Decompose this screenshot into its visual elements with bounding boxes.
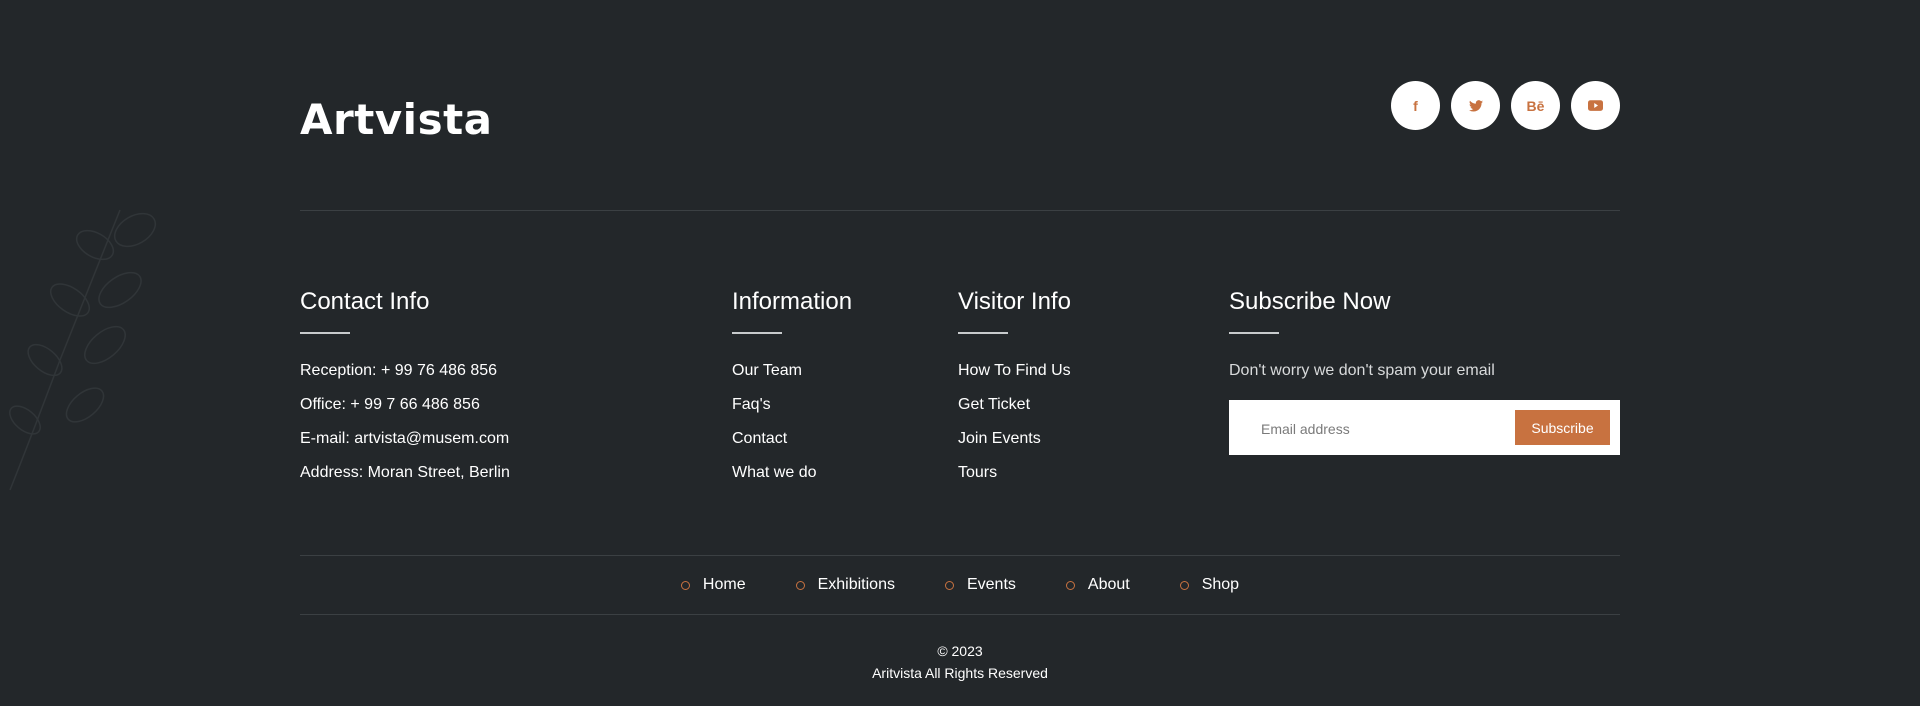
youtube-icon — [1588, 100, 1603, 111]
contact-reception: Reception: + 99 76 486 856 — [300, 362, 498, 379]
twitter-icon — [1468, 99, 1483, 112]
nav-label: Home — [702, 576, 746, 593]
visitor-title: Visitor Info — [958, 288, 1071, 315]
circle-bullet-icon — [1179, 580, 1189, 590]
link-tours[interactable]: Tours — [958, 456, 1071, 490]
nav-exhibitions[interactable]: Exhibitions — [795, 568, 895, 602]
link-what-we-do[interactable]: What we do — [732, 456, 852, 490]
leaf-decoration — [9, 209, 157, 491]
behance-icon: Bē — [1526, 97, 1545, 114]
visitor-column: Visitor Info How To Find Us Get Ticket J… — [958, 288, 1071, 490]
subscribe-column: Subscribe Now Don't worry we don't spam … — [1229, 288, 1620, 457]
link-our-team[interactable]: Our Team — [732, 354, 852, 388]
brand-name: Artvista — [300, 95, 493, 144]
information-title: Information — [732, 288, 853, 315]
nav-events[interactable]: Events — [944, 568, 1016, 602]
title-underline — [958, 332, 1008, 334]
subscribe-title: Subscribe Now — [1229, 288, 1391, 315]
circle-bullet-icon — [944, 580, 954, 590]
link-how-to-find-us[interactable]: How To Find Us — [958, 354, 1071, 388]
title-underline — [1229, 332, 1279, 334]
link-contact[interactable]: Contact — [732, 422, 852, 456]
title-underline — [732, 332, 782, 334]
link-join-events[interactable]: Join Events — [958, 422, 1071, 456]
information-column: Information Our Team Faq's Contact What … — [732, 288, 852, 490]
footer: Artvista f Bē Contact Info Reception: + … — [300, 0, 1620, 706]
nav-label: About — [1087, 576, 1130, 593]
twitter-button[interactable] — [1451, 81, 1500, 130]
link-faqs[interactable]: Faq's — [732, 388, 852, 422]
nav-top-divider — [300, 555, 1620, 556]
contact-address: Address: Moran Street, Berlin — [300, 464, 510, 481]
contact-column: Contact Info Reception: + 99 76 486 856 … — [300, 288, 510, 490]
subscribe-note: Don't worry we don't spam your email — [1229, 362, 1495, 379]
social-links: f Bē — [1391, 81, 1620, 130]
facebook-icon: f — [1413, 97, 1418, 114]
nav-shop[interactable]: Shop — [1179, 568, 1240, 602]
nav-label: Shop — [1201, 576, 1240, 593]
circle-bullet-icon — [680, 580, 690, 590]
copyright-year: © 2023 — [937, 643, 983, 659]
circle-bullet-icon — [795, 580, 805, 590]
circle-bullet-icon — [1065, 580, 1075, 590]
contact-title: Contact Info — [300, 288, 430, 315]
link-get-ticket[interactable]: Get Ticket — [958, 388, 1071, 422]
subscribe-form: Subscribe — [1229, 400, 1620, 457]
nav-bottom-divider — [300, 614, 1620, 615]
bottom-nav: Home Exhibitions Events About Shop — [300, 568, 1620, 602]
youtube-button[interactable] — [1571, 81, 1620, 130]
top-divider — [300, 210, 1620, 211]
copyright: © 2023 Aritvista All Rights Reserved — [300, 640, 1620, 684]
facebook-button[interactable]: f — [1391, 81, 1440, 130]
nav-home[interactable]: Home — [680, 568, 746, 602]
subscribe-button[interactable]: Subscribe — [1515, 410, 1610, 445]
copyright-text: Aritvista All Rights Reserved — [872, 665, 1048, 681]
behance-button[interactable]: Bē — [1511, 81, 1560, 130]
nav-label: Exhibitions — [817, 576, 895, 593]
title-underline — [300, 332, 350, 334]
brand-logo[interactable]: Artvista — [300, 95, 493, 144]
nav-about[interactable]: About — [1065, 568, 1130, 602]
contact-office: Office: + 99 7 66 486 856 — [300, 396, 480, 413]
nav-label: Events — [966, 576, 1016, 593]
email-input[interactable] — [1259, 400, 1513, 457]
contact-email[interactable]: E-mail: artvista@musem.com — [300, 422, 510, 456]
